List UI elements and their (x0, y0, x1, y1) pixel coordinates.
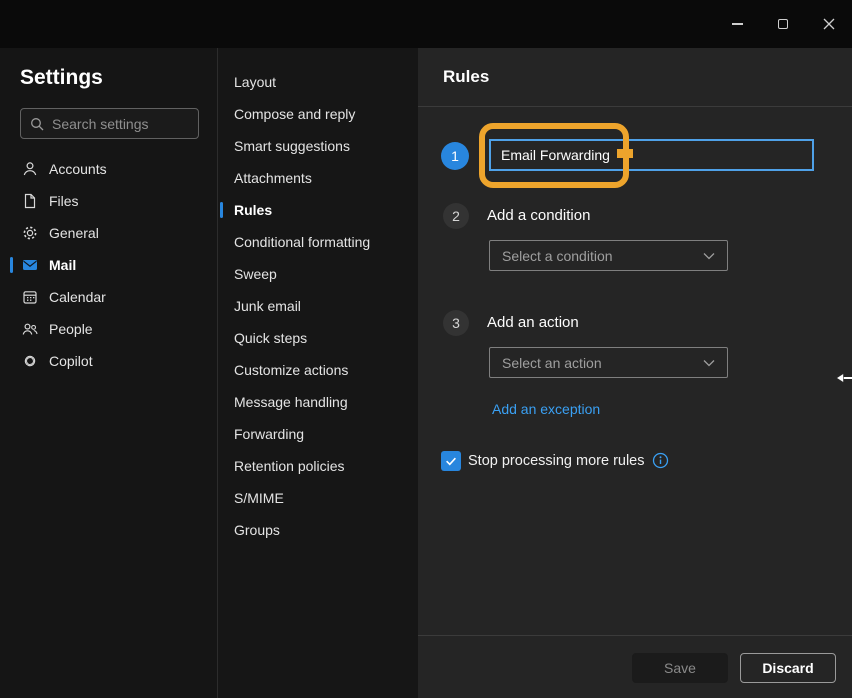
mid-nav-item-groups[interactable]: Groups (218, 514, 418, 546)
mid-nav-item-conditional-formatting[interactable]: Conditional formatting (218, 226, 418, 258)
panel-title: Rules (443, 67, 489, 87)
step-2-badge: 2 (443, 203, 469, 229)
sidebar-item-label: Accounts (49, 161, 107, 177)
add-exception-link[interactable]: Add an exception (492, 401, 600, 417)
minimize-icon (732, 23, 743, 25)
settings-title: Settings (20, 66, 103, 90)
minimize-button[interactable] (714, 0, 760, 48)
sidebar-item-label: Copilot (49, 353, 93, 369)
mid-nav-item-layout[interactable]: Layout (218, 66, 418, 98)
gear-icon (22, 225, 38, 241)
mid-nav-item-compose-and-reply[interactable]: Compose and reply (218, 98, 418, 130)
mid-nav-item-retention-policies[interactable]: Retention policies (218, 450, 418, 482)
selected-indicator (220, 202, 223, 218)
close-icon (823, 18, 835, 30)
search-icon (29, 116, 45, 132)
mid-nav-item-smime[interactable]: S/MIME (218, 482, 418, 514)
mid-nav-item-sweep[interactable]: Sweep (218, 258, 418, 290)
stop-processing-checkbox[interactable] (441, 451, 461, 471)
mid-nav-item-junk-email[interactable]: Junk email (218, 290, 418, 322)
sidebar-item-label: People (49, 321, 93, 337)
sidebar-item-people[interactable]: People (0, 313, 217, 345)
panel-footer: Save Discard (418, 635, 852, 698)
sidebar-item-label: Mail (49, 257, 76, 273)
add-condition-label: Add a condition (487, 207, 590, 224)
maximize-icon (778, 19, 788, 29)
mid-nav-item-customize-actions[interactable]: Customize actions (218, 354, 418, 386)
search-settings-box[interactable] (20, 108, 199, 139)
search-settings-input[interactable] (52, 116, 190, 132)
mid-nav-item-attachments[interactable]: Attachments (218, 162, 418, 194)
sidebar-item-general[interactable]: General (0, 217, 217, 249)
sidebar-item-mail[interactable]: Mail (0, 249, 217, 281)
window-controls (714, 0, 852, 48)
discard-button[interactable]: Discard (740, 653, 836, 683)
mid-nav-item-forwarding[interactable]: Forwarding (218, 418, 418, 450)
sidebar-nav: Accounts Files General Mail (0, 153, 217, 377)
step-3-badge: 3 (443, 310, 469, 336)
file-icon (22, 193, 38, 209)
sidebar-item-files[interactable]: Files (0, 185, 217, 217)
save-button[interactable]: Save (632, 653, 728, 683)
calendar-icon (22, 289, 38, 305)
select-condition-dropdown[interactable]: Select a condition (489, 240, 728, 271)
rules-panel: Rules 1 2 Add a condition Select a condi… (418, 48, 852, 698)
checkmark-icon (444, 454, 458, 468)
add-action-label: Add an action (487, 314, 579, 331)
sidebar-item-label: General (49, 225, 99, 241)
select-action-dropdown[interactable]: Select an action (489, 347, 728, 378)
outlook-settings-window: { "titlebar": { "controls": { "minimize"… (0, 0, 852, 698)
mail-icon (22, 257, 38, 273)
step-1-badge: 1 (441, 142, 469, 170)
info-icon[interactable] (652, 452, 669, 469)
mid-nav-item-message-handling[interactable]: Message handling (218, 386, 418, 418)
rule-name-input[interactable] (489, 139, 814, 171)
chevron-down-icon (703, 252, 715, 260)
selected-indicator (10, 257, 13, 273)
mid-nav-item-rules[interactable]: Rules (218, 194, 418, 226)
window-titlebar (0, 0, 852, 48)
sidebar-item-label: Calendar (49, 289, 106, 305)
people-icon (22, 321, 38, 337)
mid-nav-item-smart-suggestions[interactable]: Smart suggestions (218, 130, 418, 162)
person-icon (22, 161, 38, 177)
mail-settings-nav: Layout Compose and reply Smart suggestio… (218, 48, 418, 698)
sidebar-item-copilot[interactable]: Copilot (0, 345, 217, 377)
sidebar-item-calendar[interactable]: Calendar (0, 281, 217, 313)
rules-panel-header: Rules (418, 48, 852, 107)
sidebar-item-accounts[interactable]: Accounts (0, 153, 217, 185)
close-button[interactable] (806, 0, 852, 48)
chevron-down-icon (703, 359, 715, 367)
mid-nav-item-quick-steps[interactable]: Quick steps (218, 322, 418, 354)
settings-sidebar: Settings Accounts Files (0, 48, 218, 698)
maximize-button[interactable] (760, 0, 806, 48)
copilot-icon (22, 353, 38, 369)
stop-processing-label: Stop processing more rules (468, 453, 645, 469)
sidebar-item-label: Files (49, 193, 79, 209)
